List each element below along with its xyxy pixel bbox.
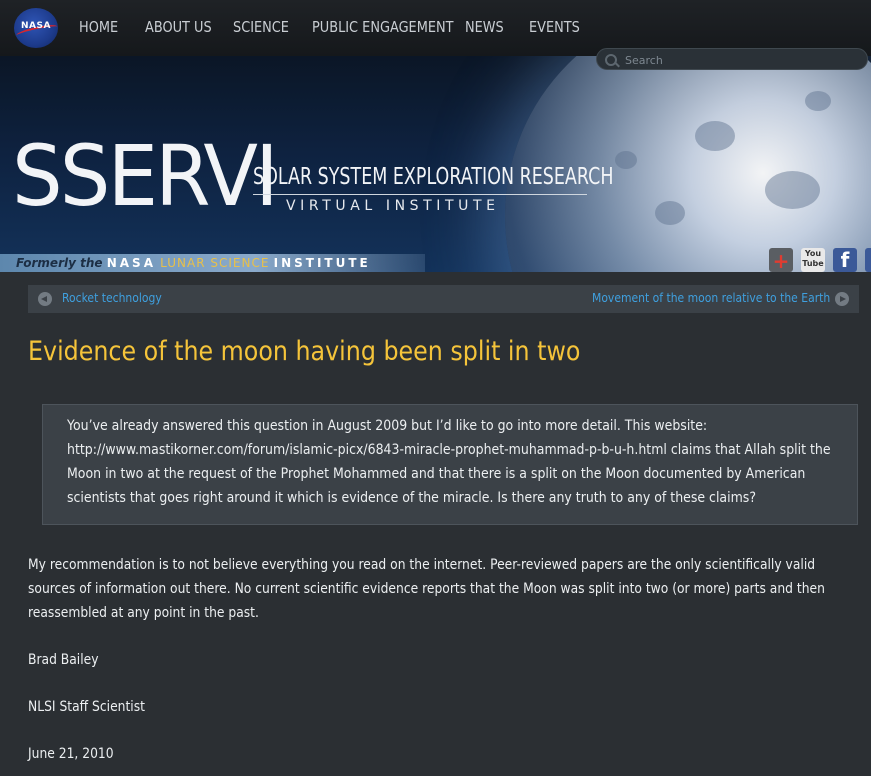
formerly-prefix: Formerly the xyxy=(16,256,103,270)
question-box: You’ve already answered this question in… xyxy=(42,404,858,525)
nav-about-us[interactable]: ABOUT US xyxy=(145,18,212,36)
nasa-logo-text: NASA xyxy=(21,21,51,31)
search-icon xyxy=(605,54,617,66)
facebook-icon-partial[interactable] xyxy=(865,248,871,272)
page-title: Evidence of the moon having been split i… xyxy=(28,336,581,367)
formerly-institute: INSTITUTE xyxy=(273,256,371,270)
banner-tagline-2: VIRTUAL INSTITUTE xyxy=(286,198,500,214)
youtube-icon[interactable]: You Tube xyxy=(801,248,825,272)
tagline-divider xyxy=(253,194,587,195)
formerly-lunar-science: LUNAR SCIENCE xyxy=(160,256,270,270)
nav-events[interactable]: EVENTS xyxy=(529,18,580,36)
formerly-nasa: NASA xyxy=(106,256,156,270)
banner-tagline-1: SOLAR SYSTEM EXPLORATION RESEARCH xyxy=(253,164,614,190)
author-role: NLSI Staff Scientist xyxy=(28,699,145,715)
question-text: You’ve already answered this question in… xyxy=(67,418,831,506)
facebook-icon[interactable]: f xyxy=(833,248,857,272)
prev-post-link[interactable]: Rocket technology xyxy=(62,291,162,305)
nav-science[interactable]: SCIENCE xyxy=(233,18,289,36)
nav-public-engagement[interactable]: PUBLIC ENGAGEMENT xyxy=(312,18,454,36)
sservi-logo[interactable]: SSERVI xyxy=(12,134,279,218)
post-navigation: Rocket technology Movement of the moon r… xyxy=(28,285,859,313)
author-name: Brad Bailey xyxy=(28,652,99,668)
google-plus-icon[interactable]: + xyxy=(769,248,793,273)
arrow-left-icon[interactable] xyxy=(38,292,52,306)
nav-home[interactable]: HOME xyxy=(79,18,118,36)
next-post-link[interactable]: Movement of the moon relative to the Ear… xyxy=(592,291,830,305)
search-box[interactable] xyxy=(596,48,868,70)
nav-news[interactable]: NEWS xyxy=(465,18,504,36)
answer-text: My recommendation is to not believe ever… xyxy=(28,557,825,621)
site-banner: SSERVI SOLAR SYSTEM EXPLORATION RESEARCH… xyxy=(0,56,871,272)
formerly-strip: Formerly the NASA LUNAR SCIENCE INSTITUT… xyxy=(0,254,425,272)
nasa-logo[interactable]: NASA xyxy=(14,8,59,48)
search-input[interactable] xyxy=(623,51,862,69)
post-date: June 21, 2010 xyxy=(28,746,114,762)
arrow-right-icon[interactable] xyxy=(835,292,849,306)
